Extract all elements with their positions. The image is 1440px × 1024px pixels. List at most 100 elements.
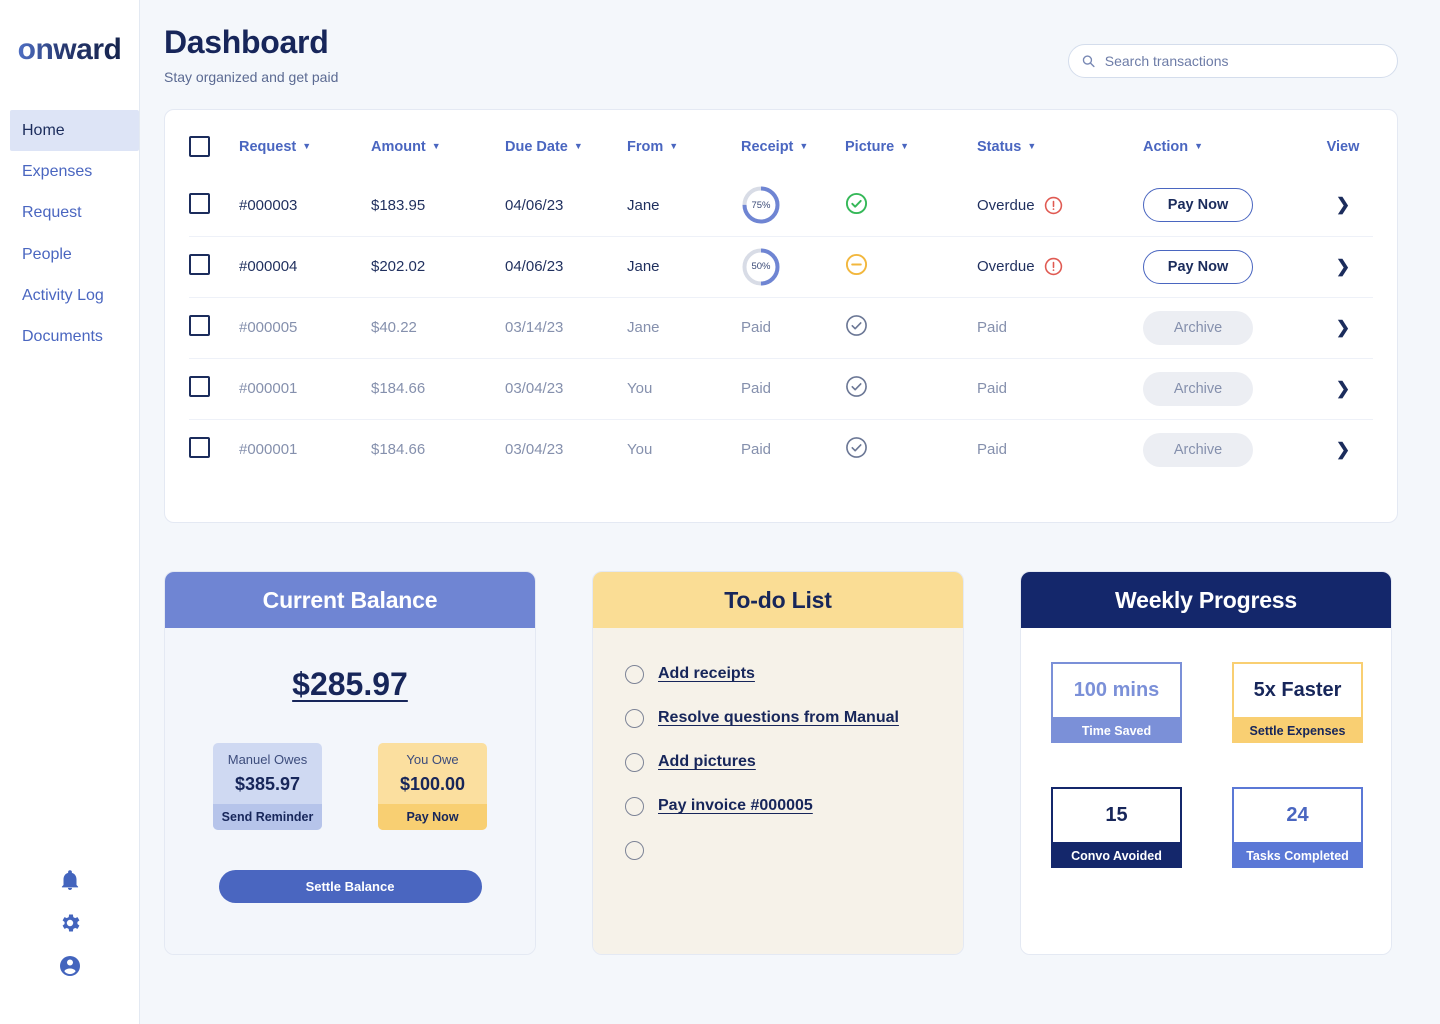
sidebar-item-home[interactable]: Home — [10, 110, 139, 152]
chevron-right-icon[interactable]: ❯ — [1336, 318, 1350, 337]
sidebar-item-documents[interactable]: Documents — [10, 316, 139, 357]
cell-picture — [845, 358, 977, 419]
archive-button[interactable]: Archive — [1143, 371, 1253, 406]
search-icon — [1082, 55, 1095, 68]
pay-now-button[interactable]: Pay Now — [1143, 249, 1253, 284]
column-label: Action — [1143, 138, 1189, 155]
list-item: Resolve questions from Manual — [625, 696, 963, 740]
search-bar[interactable] — [1068, 44, 1398, 78]
table-header-row: Request ▼ Amount ▼ Due Date ▼ From ▼ Receipt… — [189, 128, 1373, 175]
receipt-progress-donut: 75% — [741, 185, 781, 225]
column-header-due-date[interactable]: Due Date ▼ — [505, 128, 627, 175]
todo-label[interactable]: Add pictures — [658, 753, 756, 771]
stat-convo-avoided: 15 Convo Avoided — [1051, 787, 1182, 868]
chevron-down-icon: ▼ — [431, 140, 441, 151]
gear-icon[interactable] — [58, 911, 82, 935]
account-circle-icon[interactable] — [58, 954, 82, 978]
minus-circle-icon — [845, 253, 868, 276]
current-balance-body: $285.97 Manuel Owes $385.97 Send Reminde… — [165, 628, 535, 954]
select-all-checkbox[interactable] — [189, 136, 210, 157]
sidebar-item-label: Documents — [22, 327, 103, 345]
sidebar-item-label: Expenses — [22, 163, 93, 181]
cell-receipt: 50% — [741, 236, 845, 297]
settle-balance-button[interactable]: Settle Balance — [218, 870, 482, 903]
row-select-cell — [189, 236, 239, 297]
cell-view: ❯ — [1313, 419, 1373, 480]
cell-view: ❯ — [1313, 236, 1373, 297]
column-header-status[interactable]: Status ▼ — [977, 128, 1143, 175]
status-label: Overdue — [977, 258, 1035, 275]
column-header-request[interactable]: Request ▼ — [239, 128, 371, 175]
chevron-right-icon[interactable]: ❯ — [1336, 440, 1350, 459]
row-checkbox[interactable] — [189, 376, 210, 397]
column-header-from[interactable]: From ▼ — [627, 128, 741, 175]
archive-button[interactable]: Archive — [1143, 432, 1253, 467]
you-owe-amount: $100.00 — [399, 774, 466, 794]
column-header-action[interactable]: Action ▼ — [1143, 128, 1313, 175]
sidebar-item-people[interactable]: People — [10, 234, 139, 275]
todo-checkbox[interactable] — [625, 840, 644, 860]
todo-label[interactable]: Add receipts — [658, 665, 755, 683]
stat-value: 15 — [1051, 787, 1182, 844]
sidebar-item-label: Request — [22, 204, 82, 222]
row-checkbox[interactable] — [189, 254, 210, 275]
table-row: #000003 $183.95 04/06/23 Jane 75% Overdu… — [189, 175, 1373, 236]
stat-label: Tasks Completed — [1232, 844, 1363, 868]
column-label: Status — [977, 138, 1022, 155]
cell-due-date: 04/06/23 — [505, 196, 564, 214]
owed-to-you-amount: $385.97 — [234, 774, 301, 794]
sidebar-item-request[interactable]: Request — [10, 192, 139, 233]
cell-picture — [845, 236, 977, 297]
owe-summary: Manuel Owes $385.97 Send Reminder You Ow… — [165, 743, 535, 830]
owed-to-you-box: Manuel Owes $385.97 Send Reminder — [213, 743, 322, 830]
stat-value: 24 — [1232, 787, 1363, 844]
row-checkbox[interactable] — [189, 192, 210, 214]
status-label: Paid — [977, 441, 1008, 459]
todo-checkbox[interactable] — [625, 664, 644, 684]
stat-time-saved: 100 mins Time Saved — [1051, 662, 1182, 743]
column-header-receipt[interactable]: Receipt ▼ — [741, 128, 845, 175]
column-header-view: View — [1313, 128, 1373, 175]
todo-checkbox[interactable] — [625, 796, 644, 816]
stat-settle-expenses: 5x Faster Settle Expenses — [1232, 662, 1363, 743]
cell-receipt: 75% — [741, 175, 845, 236]
todo-checkbox[interactable] — [625, 752, 644, 772]
todo-label[interactable]: Pay invoice #000005 — [658, 797, 813, 815]
search-input[interactable] — [1104, 53, 1385, 69]
cell-action: Pay Now — [1143, 175, 1313, 236]
send-reminder-button[interactable]: Send Reminder — [213, 804, 322, 830]
pay-now-button[interactable]: Pay Now — [378, 804, 487, 830]
cell-action: Archive — [1143, 358, 1313, 419]
sidebar-item-expenses[interactable]: Expenses — [10, 151, 139, 192]
stat-value: 5x Faster — [1232, 662, 1363, 719]
stat-label: Settle Expenses — [1232, 719, 1363, 743]
cell-due-date: 03/04/23 — [505, 441, 564, 459]
cell-request: #000004 — [239, 258, 298, 275]
page-title: Dashboard — [164, 24, 329, 60]
cell-view: ❯ — [1313, 297, 1373, 358]
receipt-progress-label: 50% — [751, 261, 771, 272]
todo-checkbox[interactable] — [625, 708, 644, 728]
main-content: Dashboard Stay organized and get paid Se… — [140, 0, 1440, 1024]
column-label: Amount — [371, 138, 426, 155]
table-body: #000003 $183.95 04/06/23 Jane 75% Overdu… — [189, 175, 1373, 480]
archive-button[interactable]: Archive — [1143, 310, 1253, 345]
chevron-right-icon[interactable]: ❯ — [1336, 195, 1350, 214]
current-balance-amount[interactable]: $285.97 — [165, 666, 535, 703]
pay-now-button[interactable]: Pay Now — [1143, 188, 1253, 223]
column-header-amount[interactable]: Amount ▼ — [371, 128, 505, 175]
stat-label: Convo Avoided — [1051, 844, 1182, 868]
chevron-right-icon[interactable]: ❯ — [1336, 379, 1350, 398]
column-header-picture[interactable]: Picture ▼ — [845, 128, 977, 175]
brand-logo[interactable]: onward — [0, 0, 139, 100]
chevron-right-icon[interactable]: ❯ — [1336, 257, 1350, 276]
owed-to-you-label: Manuel Owes — [227, 752, 308, 767]
column-label: Due Date — [505, 138, 568, 155]
row-checkbox[interactable] — [189, 315, 210, 336]
todo-label[interactable]: Resolve questions from Manual — [658, 709, 899, 727]
bell-icon[interactable] — [58, 868, 82, 892]
weekly-progress-body: 100 mins Time Saved 5x Faster Settle Exp… — [1021, 628, 1391, 954]
sidebar-item-activity-log[interactable]: Activity Log — [10, 275, 139, 316]
you-owe-box: You Owe $100.00 Pay Now — [378, 743, 487, 830]
row-checkbox[interactable] — [189, 437, 210, 459]
